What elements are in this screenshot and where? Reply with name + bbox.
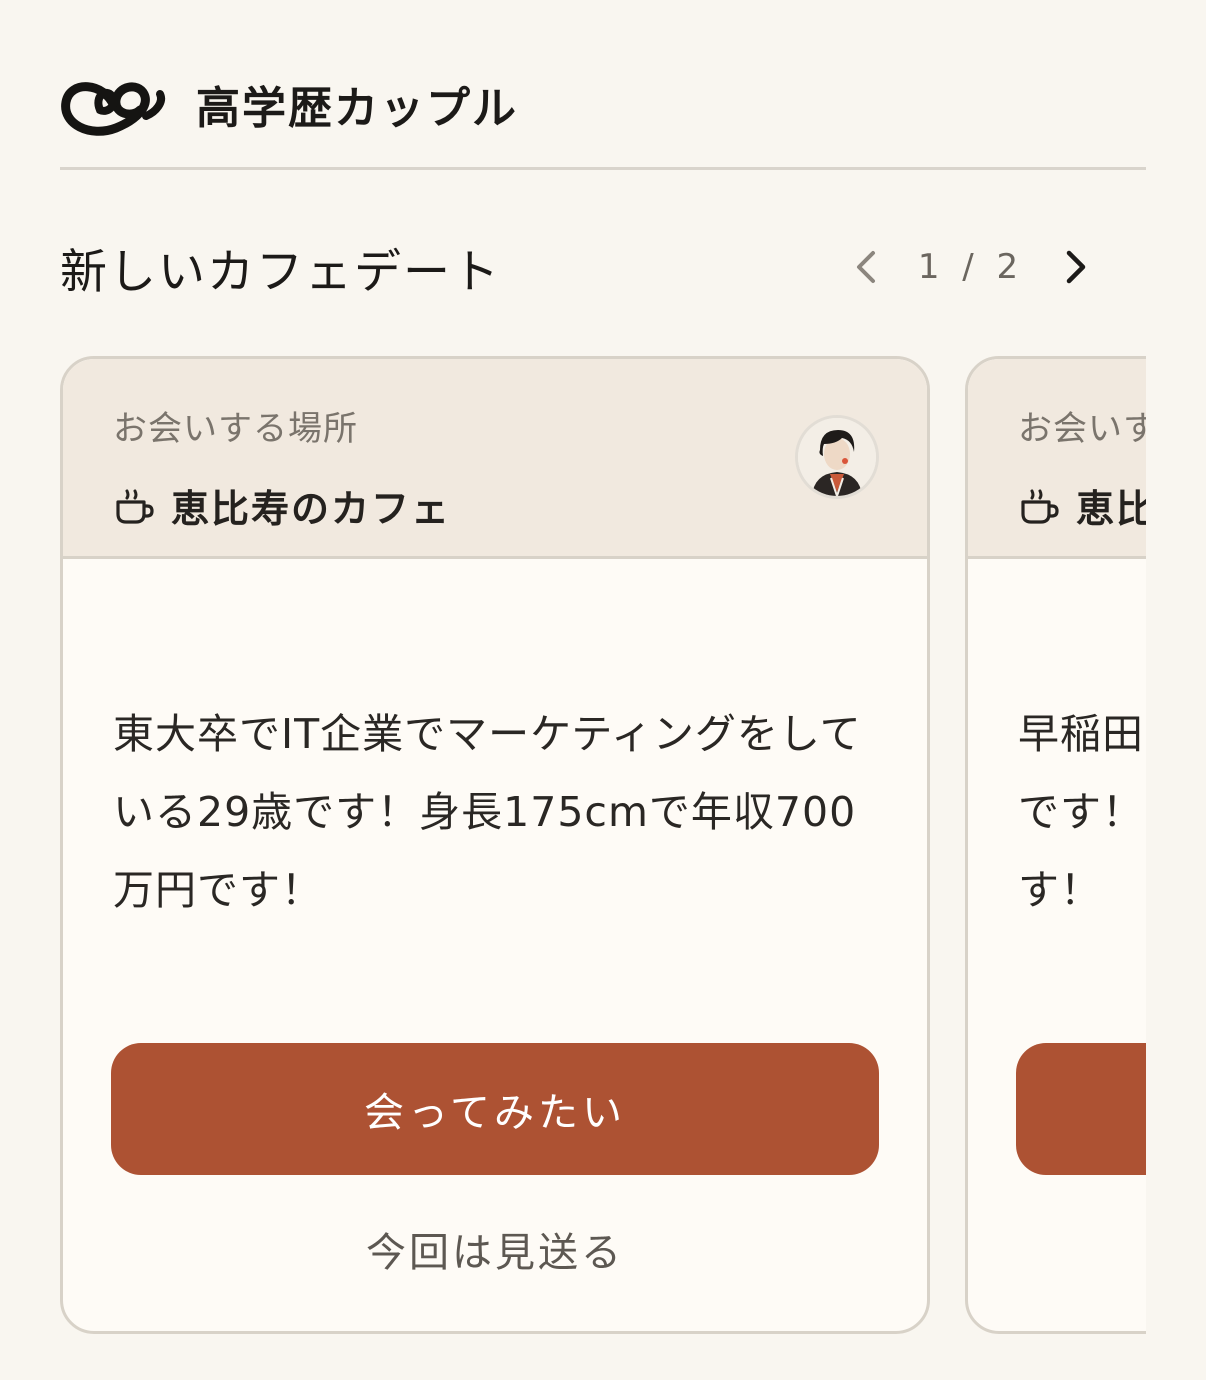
pager-prev-button[interactable] bbox=[846, 247, 886, 287]
profile-description: 早稲田 です！ す！ bbox=[1018, 710, 1144, 914]
want-to-meet-button[interactable]: 会ってみたい bbox=[111, 1043, 879, 1175]
pager-indicator: 1 / 2 bbox=[917, 247, 1025, 287]
app-title: 高学歴カップル bbox=[196, 82, 518, 134]
pager-next-button[interactable] bbox=[1056, 247, 1096, 287]
place-name: 恵比 bbox=[1076, 487, 1146, 531]
coffee-cup-icon bbox=[1021, 489, 1059, 524]
profile-avatar-illustration bbox=[798, 418, 876, 496]
section-header: 新しいカフェデート 1 / 2 bbox=[60, 232, 1146, 302]
app-logo-icon bbox=[61, 81, 165, 136]
coffee-cup-icon bbox=[116, 489, 154, 524]
profile-description: 東大卒でIT企業でマーケティングをしている29歳です！身長175cmで年収700… bbox=[113, 710, 862, 914]
date-card: お会いす 恵比 早稲田 です！ す！ bbox=[965, 356, 1146, 1334]
place-row: 恵比寿のカフェ bbox=[113, 478, 927, 533]
place-row: 恵比 bbox=[1018, 478, 1146, 533]
skip-this-time-button[interactable]: 今回は見送る bbox=[111, 1209, 879, 1289]
place-name: 恵比寿のカフェ bbox=[171, 487, 452, 531]
date-card: お会いする場所 恵比寿のカフェ 東大卒でIT企業でマーケティングをしている29歳… bbox=[60, 356, 930, 1334]
pager: 1 / 2 bbox=[846, 232, 1096, 302]
app-header: 高学歴カップル bbox=[60, 40, 1146, 170]
want-to-meet-button[interactable] bbox=[1016, 1043, 1146, 1175]
place-label: お会いす bbox=[1018, 409, 1146, 449]
page: 高学歴カップル 新しいカフェデート 1 / 2 お会いする場所 恵比寿のカフェ … bbox=[0, 0, 1206, 1380]
card-location-header: お会いす 恵比 bbox=[968, 359, 1146, 559]
chevron-left-icon bbox=[857, 251, 875, 283]
cafe-date-carousel[interactable]: お会いする場所 恵比寿のカフェ 東大卒でIT企業でマーケティングをしている29歳… bbox=[60, 356, 1146, 1336]
chevron-right-icon bbox=[1066, 250, 1086, 284]
card-location-header: お会いする場所 恵比寿のカフェ bbox=[63, 359, 927, 559]
avatar[interactable] bbox=[795, 415, 879, 499]
section-title: 新しいカフェデート bbox=[60, 244, 501, 300]
